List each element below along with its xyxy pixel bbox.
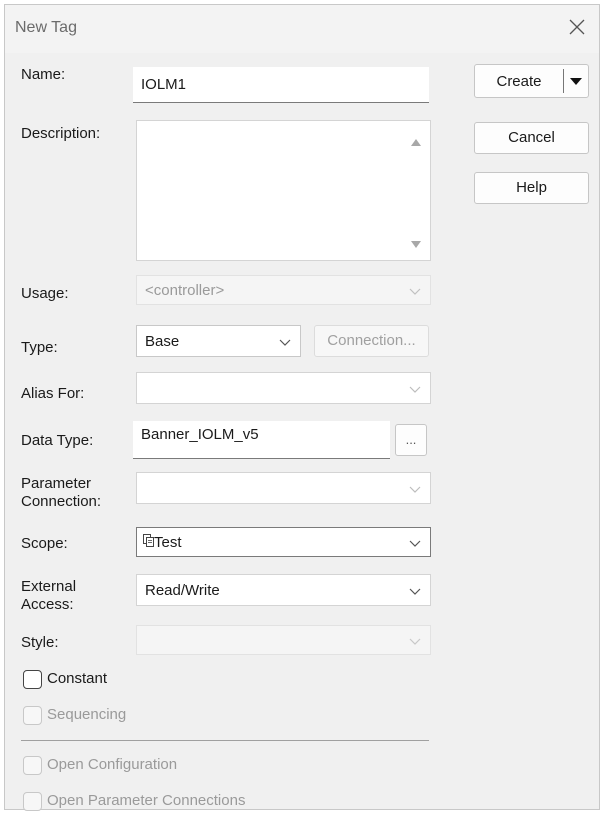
program-scope-icon xyxy=(143,534,154,547)
constant-label: Constant xyxy=(47,670,108,687)
alias-label: Alias For: xyxy=(21,385,85,402)
new-tag-dialog: New Tag Name: IOLM1 Description: Usage: … xyxy=(4,4,600,811)
chevron-down-icon xyxy=(409,540,421,547)
cancel-button[interactable]: Cancel xyxy=(474,122,589,154)
param-connection-select[interactable] xyxy=(136,472,431,504)
scope-value: Test xyxy=(154,534,182,551)
open-configuration-checkbox xyxy=(23,756,42,775)
type-label: Type: xyxy=(21,339,58,356)
scope-label: Scope: xyxy=(21,535,68,552)
datatype-label: Data Type: xyxy=(21,432,94,449)
access-label-line1: External xyxy=(21,578,77,595)
external-access-select[interactable]: Read/Write xyxy=(136,574,431,606)
chevron-down-icon xyxy=(409,588,421,595)
sequencing-checkbox xyxy=(23,706,42,725)
help-button[interactable]: Help xyxy=(474,172,589,204)
window-title: New Tag xyxy=(15,19,77,36)
create-button[interactable]: Create xyxy=(475,73,563,90)
create-split-button[interactable]: Create xyxy=(474,64,589,98)
name-input[interactable]: IOLM1 xyxy=(133,67,429,103)
close-icon[interactable] xyxy=(565,15,589,39)
chevron-down-icon xyxy=(409,386,421,393)
sequencing-label: Sequencing xyxy=(47,706,127,723)
description-label: Description: xyxy=(21,125,101,142)
usage-label: Usage: xyxy=(21,285,69,302)
param-label-line2: Connection: xyxy=(21,493,102,510)
access-label-line2: Access: xyxy=(21,596,74,613)
chevron-down-icon xyxy=(409,638,421,645)
style-select xyxy=(136,625,431,655)
scope-select[interactable]: Test xyxy=(136,527,431,557)
style-label: Style: xyxy=(21,634,59,651)
title-bar: New Tag xyxy=(5,5,599,53)
connection-button: Connection... xyxy=(314,325,429,357)
open-parameter-connections-checkbox xyxy=(23,792,42,811)
name-label: Name: xyxy=(21,66,66,83)
browse-datatype-button[interactable]: ... xyxy=(395,424,427,456)
open-parameter-connections-label: Open Parameter Connections xyxy=(47,792,246,809)
scroll-up-icon[interactable] xyxy=(410,137,422,147)
alias-select[interactable] xyxy=(136,372,431,404)
create-split-divider xyxy=(563,69,564,93)
datatype-input[interactable]: Banner_IOLM_v5 xyxy=(133,421,390,459)
external-access-value: Read/Write xyxy=(145,582,220,599)
chevron-down-icon xyxy=(279,339,291,346)
usage-value: <controller> xyxy=(145,282,225,299)
chevron-down-icon xyxy=(409,288,421,295)
param-label-line1: Parameter xyxy=(21,475,92,492)
divider xyxy=(21,740,429,741)
scroll-down-icon[interactable] xyxy=(410,240,422,250)
type-value: Base xyxy=(145,333,180,350)
description-textarea[interactable] xyxy=(136,120,431,261)
dropdown-arrow-icon[interactable] xyxy=(569,77,583,86)
open-configuration-label: Open Configuration xyxy=(47,756,178,773)
chevron-down-icon xyxy=(409,486,421,493)
constant-checkbox[interactable] xyxy=(23,670,42,689)
usage-select: <controller> xyxy=(136,275,431,305)
type-select[interactable]: Base xyxy=(136,325,301,357)
